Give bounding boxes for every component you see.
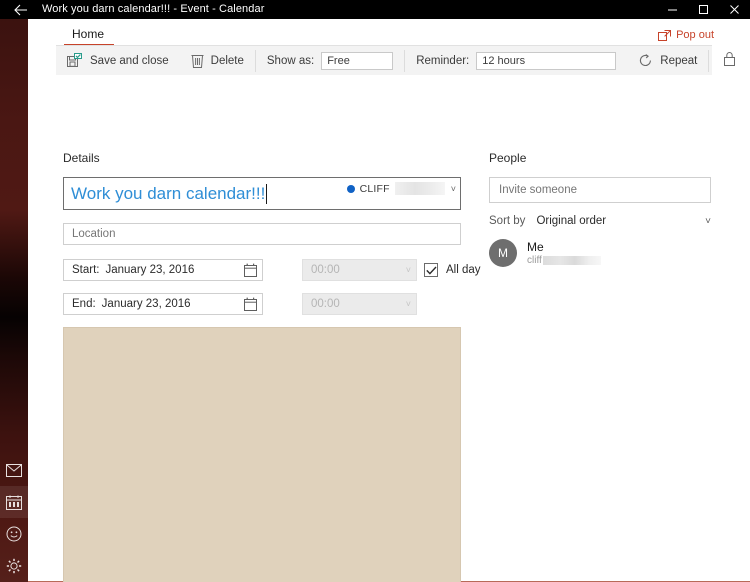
maximize-button[interactable] xyxy=(688,0,719,19)
calendar-icon xyxy=(6,495,22,510)
pop-out-label: Pop out xyxy=(676,29,714,41)
window-title: Work you darn calendar!!! - Event - Cale… xyxy=(42,3,265,15)
app-rail xyxy=(0,19,28,582)
start-label: Start: xyxy=(72,264,100,276)
reminder-label: Reminder: xyxy=(416,54,470,67)
tab-home[interactable]: Home xyxy=(63,27,115,46)
start-date-input[interactable]: Start: January 23, 2016 xyxy=(63,259,263,281)
chevron-down-icon: ˅ xyxy=(450,183,456,194)
reminder-select[interactable]: 12 hours xyxy=(476,51,617,70)
repeat-label: Repeat xyxy=(660,54,698,67)
calendar-picker-icon[interactable] xyxy=(244,263,257,277)
gear-icon xyxy=(6,558,22,574)
reminder-group: Reminder: 12 hours xyxy=(405,46,627,76)
attendee-info: Me cliff xyxy=(527,240,601,267)
repeat-icon xyxy=(638,53,653,68)
all-day-label: All day xyxy=(446,264,481,276)
delete-label: Delete xyxy=(210,54,244,67)
end-date-value: January 23, 2016 xyxy=(101,298,191,310)
show-as-select[interactable]: Free xyxy=(321,51,394,70)
event-title-value: Work you darn calendar!!! xyxy=(71,183,266,203)
private-button[interactable] xyxy=(709,46,750,76)
save-and-close-button[interactable]: Save and close xyxy=(56,46,180,76)
calendar-name: CLIFF xyxy=(359,182,390,195)
calendar-picker-icon[interactable] xyxy=(244,297,257,311)
save-icon xyxy=(67,53,83,68)
mail-icon xyxy=(6,463,22,477)
repeat-button[interactable]: Repeat xyxy=(627,46,708,76)
save-and-close-label: Save and close xyxy=(90,54,169,67)
title-bar: Work you darn calendar!!! - Event - Cale… xyxy=(0,0,750,19)
event-title-input[interactable]: Work you darn calendar!!! CLIFF ˅ xyxy=(63,177,461,210)
sort-by-label: Sort by xyxy=(489,215,526,227)
sidebar-item-settings[interactable] xyxy=(0,550,28,582)
attendee-email-prefix: cliff xyxy=(527,254,542,266)
calendar-name-redacted xyxy=(394,182,445,195)
window-body: Home Pop out Save and close Delete Show … xyxy=(28,19,750,582)
people-heading: People xyxy=(489,151,527,165)
start-date-value: January 23, 2016 xyxy=(105,264,195,276)
location-placeholder: Location xyxy=(72,228,116,240)
chevron-down-icon: ˅ xyxy=(405,265,411,275)
close-button[interactable] xyxy=(719,0,750,19)
attendee-row[interactable]: M Me cliff xyxy=(489,239,601,267)
end-time-select: 00:00 ˅ xyxy=(302,293,417,315)
avatar: M xyxy=(489,239,517,267)
all-day-checkbox[interactable] xyxy=(424,263,438,277)
event-notes-editor[interactable] xyxy=(63,327,461,582)
calendar-color-dot xyxy=(346,184,355,193)
ribbon-toolbar: Save and close Delete Show as: Free Remi… xyxy=(56,45,736,76)
smiley-icon xyxy=(6,526,22,542)
start-time-value: 00:00 xyxy=(311,264,340,276)
end-time-value: 00:00 xyxy=(311,298,340,310)
attendee-name: Me xyxy=(527,239,544,254)
show-as-group: Show as: Free xyxy=(256,46,404,76)
invite-placeholder: Invite someone xyxy=(499,184,577,196)
attendee-email: cliff xyxy=(527,254,601,267)
app-window: Work you darn calendar!!! - Event - Cale… xyxy=(0,0,750,582)
all-day-toggle[interactable]: All day xyxy=(424,259,481,281)
sidebar-item-calendar[interactable] xyxy=(0,486,28,518)
chevron-down-icon: ˅ xyxy=(705,215,711,227)
calendar-select[interactable]: CLIFF ˅ xyxy=(346,182,456,195)
sort-by-value: Original order xyxy=(536,215,607,227)
invite-input[interactable]: Invite someone xyxy=(489,177,711,203)
details-heading: Details xyxy=(63,151,100,165)
sort-by-row[interactable]: Sort by Original order ˅ xyxy=(489,215,711,227)
lock-icon xyxy=(723,51,736,71)
show-as-label: Show as: xyxy=(266,54,315,67)
ribbon-tab-strip: Home Pop out xyxy=(28,19,750,46)
location-input[interactable]: Location xyxy=(63,223,461,245)
minimize-button[interactable] xyxy=(657,0,688,19)
attendee-email-redacted xyxy=(542,255,601,265)
delete-button[interactable]: Delete xyxy=(180,46,255,76)
start-time-select: 00:00 ˅ xyxy=(302,259,417,281)
back-arrow-icon[interactable] xyxy=(0,0,42,19)
end-label: End: xyxy=(72,298,96,310)
end-date-input[interactable]: End: January 23, 2016 xyxy=(63,293,263,315)
trash-icon xyxy=(191,53,204,68)
sidebar-item-mail[interactable] xyxy=(0,454,28,486)
sidebar-item-people[interactable] xyxy=(0,518,28,550)
text-caret xyxy=(266,183,268,204)
chevron-down-icon: ˅ xyxy=(405,299,411,309)
pop-out-button[interactable]: Pop out xyxy=(658,29,714,41)
rail-icon-group xyxy=(0,454,28,582)
pop-out-icon xyxy=(658,29,672,41)
